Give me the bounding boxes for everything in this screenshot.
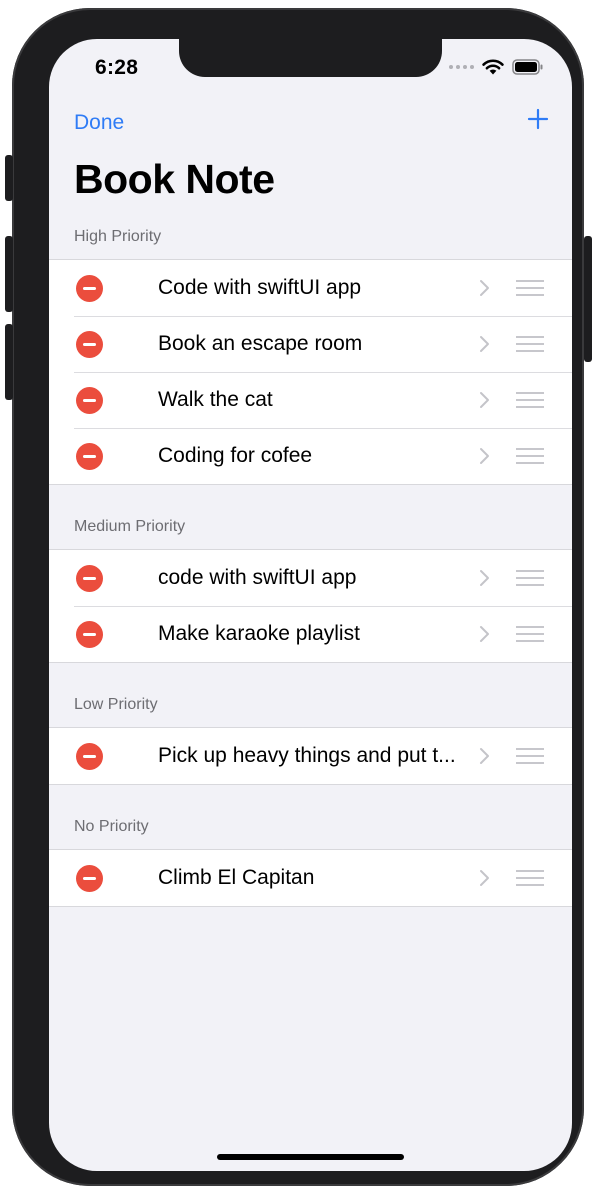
delete-icon[interactable] xyxy=(76,565,103,592)
chevron-right-icon xyxy=(480,336,489,352)
item-label: Code with swiftUI app xyxy=(158,276,362,299)
list-item[interactable]: Climb El Capitan xyxy=(49,850,572,906)
reorder-handle-icon[interactable] xyxy=(516,280,544,296)
delete-icon[interactable] xyxy=(76,621,103,648)
page-title: Book Note xyxy=(74,156,275,202)
section-header-none: No Priority xyxy=(74,818,149,835)
volume-up-button xyxy=(5,236,13,312)
list-item[interactable]: Book an escape room xyxy=(49,316,572,372)
item-label: Book an escape room xyxy=(158,332,363,355)
item-label: Climb El Capitan xyxy=(158,866,315,889)
section-no-priority: Climb El Capitan xyxy=(49,849,572,907)
reorder-handle-icon[interactable] xyxy=(516,448,544,464)
chevron-right-icon xyxy=(480,280,489,296)
list-item[interactable]: Code with swiftUI app xyxy=(49,260,572,316)
item-label: Coding for cofee xyxy=(158,444,313,467)
reorder-handle-icon[interactable] xyxy=(516,570,544,586)
reorder-handle-icon[interactable] xyxy=(516,748,544,764)
item-label: code with swiftUI app xyxy=(158,566,357,589)
item-label: Walk the cat xyxy=(158,388,273,411)
delete-icon[interactable] xyxy=(76,331,103,358)
section-low-priority: Pick up heavy things and put t... xyxy=(49,727,572,785)
delete-icon[interactable] xyxy=(76,443,103,470)
list-item[interactable]: Coding for cofee xyxy=(49,428,572,484)
list-item[interactable]: code with swiftUI app xyxy=(49,550,572,606)
wifi-icon xyxy=(482,59,504,75)
list-item[interactable]: Walk the cat xyxy=(49,372,572,428)
reorder-handle-icon[interactable] xyxy=(516,392,544,408)
section-header-low: Low Priority xyxy=(74,696,158,713)
home-indicator[interactable] xyxy=(217,1154,404,1160)
delete-icon[interactable] xyxy=(76,387,103,414)
phone-frame: 6:28 Done Book Note High Priority Code w… xyxy=(12,8,584,1186)
notch xyxy=(179,39,442,77)
cellular-signal-icon xyxy=(449,65,474,69)
list-item[interactable]: Pick up heavy things and put t... xyxy=(49,728,572,784)
chevron-right-icon xyxy=(480,870,489,886)
app-screen: 6:28 Done Book Note High Priority Code w… xyxy=(49,39,572,1171)
reorder-handle-icon[interactable] xyxy=(516,336,544,352)
item-label: Pick up heavy things and put t... xyxy=(158,744,456,767)
mute-switch xyxy=(5,155,13,201)
delete-icon[interactable] xyxy=(76,865,103,892)
section-medium-priority: code with swiftUI app Make karaoke playl… xyxy=(49,549,572,663)
plus-icon[interactable] xyxy=(526,107,550,131)
chevron-right-icon xyxy=(480,448,489,464)
section-high-priority: Code with swiftUI app Book an escape roo… xyxy=(49,259,572,485)
status-icons xyxy=(449,59,544,75)
power-button xyxy=(584,236,592,362)
section-header-high: High Priority xyxy=(74,228,162,245)
item-label: Make karaoke playlist xyxy=(158,622,360,645)
chevron-right-icon xyxy=(480,570,489,586)
list-item[interactable]: Make karaoke playlist xyxy=(49,606,572,662)
status-time: 6:28 xyxy=(95,56,139,79)
section-header-medium: Medium Priority xyxy=(74,518,186,535)
delete-icon[interactable] xyxy=(76,275,103,302)
delete-icon[interactable] xyxy=(76,743,103,770)
volume-down-button xyxy=(5,324,13,400)
chevron-right-icon xyxy=(480,748,489,764)
chevron-right-icon xyxy=(480,392,489,408)
chevron-right-icon xyxy=(480,626,489,642)
battery-icon xyxy=(512,59,543,75)
done-button[interactable]: Done xyxy=(74,111,124,135)
reorder-handle-icon[interactable] xyxy=(516,626,544,642)
reorder-handle-icon[interactable] xyxy=(516,870,544,886)
